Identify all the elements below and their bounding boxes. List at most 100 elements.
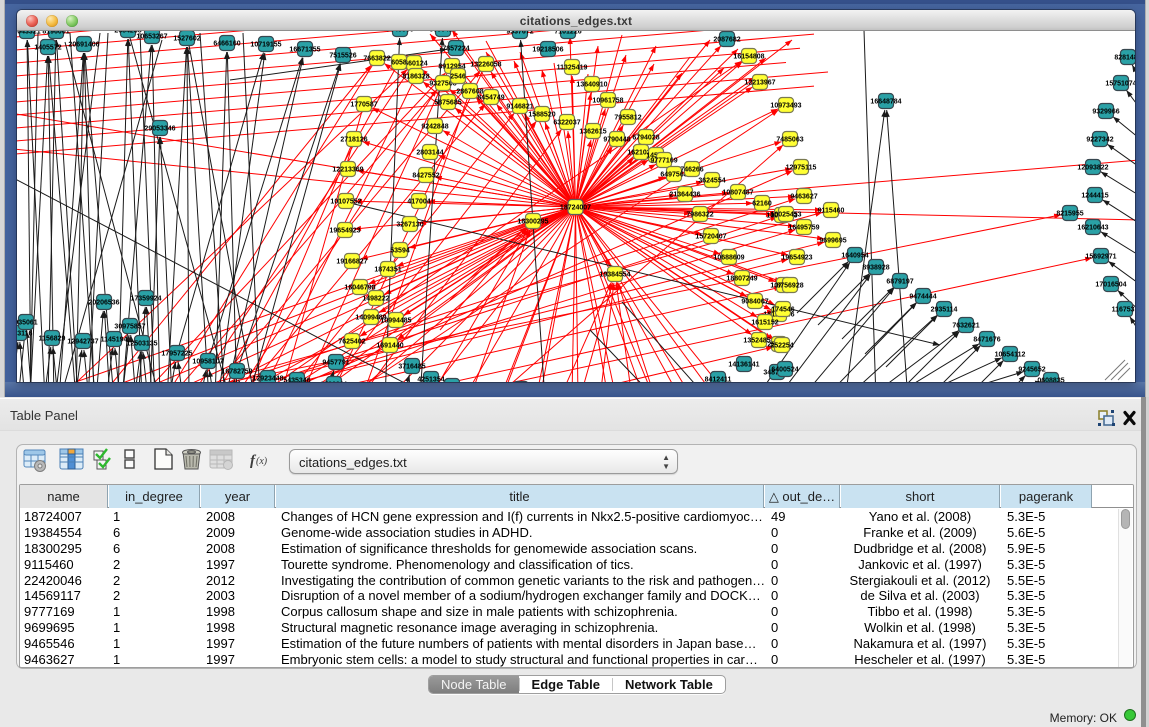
svg-text:29053346: 29053346 [144, 126, 175, 133]
svg-text:(x): (x) [256, 456, 268, 467]
svg-text:8756928: 8756928 [776, 283, 803, 290]
svg-text:10654112: 10654112 [995, 352, 1026, 359]
svg-text:1405572: 1405572 [34, 45, 61, 52]
svg-text:2935114: 2935114 [931, 307, 958, 314]
svg-text:6794028: 6794028 [632, 135, 659, 142]
svg-text:7632621: 7632621 [952, 323, 979, 330]
svg-text:3763116: 3763116 [17, 331, 33, 338]
svg-text:9777169: 9777169 [650, 158, 677, 165]
svg-text:9699695: 9699695 [819, 238, 846, 245]
svg-text:3716485: 3716485 [398, 364, 425, 371]
svg-text:16154808: 16154808 [733, 54, 764, 61]
svg-text:1527602: 1527602 [173, 36, 200, 43]
svg-text:1498222: 1498222 [362, 296, 389, 303]
svg-text:7955812: 7955812 [614, 115, 641, 122]
svg-text:10025453: 10025453 [770, 212, 801, 219]
svg-text:8412411: 8412411 [705, 377, 732, 383]
svg-text:9537672: 9537672 [506, 31, 533, 36]
svg-text:19384554: 19384554 [599, 272, 630, 279]
svg-text:18724007: 18724007 [560, 205, 591, 212]
svg-text:1588520: 1588520 [528, 112, 555, 119]
svg-text:252254: 252254 [770, 343, 793, 350]
svg-text:12093822: 12093822 [1077, 165, 1108, 172]
svg-text:8186328: 8186328 [402, 74, 429, 81]
svg-text:16671355: 16671355 [289, 47, 320, 54]
svg-text:12942737: 12942737 [67, 339, 98, 346]
svg-text:19218506: 19218506 [532, 47, 563, 54]
svg-text:10994485: 10994485 [380, 318, 411, 325]
svg-text:13640910: 13640910 [576, 82, 607, 89]
svg-text:8938928: 8938928 [862, 265, 889, 272]
svg-text:6400524: 6400524 [771, 367, 798, 374]
svg-text:9245652: 9245652 [1018, 367, 1045, 374]
svg-text:8471676: 8471676 [973, 337, 1000, 344]
svg-text:30975857: 30975857 [114, 324, 145, 331]
svg-text:9790448: 9790448 [603, 137, 630, 144]
svg-text:20691406: 20691406 [68, 42, 99, 49]
svg-text:1640954: 1640954 [841, 253, 868, 260]
svg-text:12213967: 12213967 [744, 80, 775, 87]
svg-text:9227342: 9227342 [1086, 137, 1113, 144]
svg-text:10973493: 10973493 [770, 103, 801, 110]
svg-text:2087682: 2087682 [713, 37, 740, 44]
svg-text:14136141: 14136141 [728, 362, 759, 369]
svg-text:7648350: 7648350 [386, 31, 413, 34]
svg-text:1043321: 1043321 [17, 31, 41, 36]
svg-text:12975115: 12975115 [786, 165, 817, 172]
svg-text:8281489: 8281489 [1114, 55, 1135, 62]
svg-text:1615152: 1615152 [751, 320, 778, 327]
svg-text:9463627: 9463627 [790, 194, 817, 201]
svg-text:53594: 53594 [390, 248, 410, 255]
svg-text:10688609: 10688609 [713, 255, 744, 262]
svg-text:10719155: 10719155 [250, 42, 281, 49]
svg-text:6879197: 6879197 [886, 279, 913, 286]
svg-text:10653267: 10653267 [136, 34, 167, 41]
svg-text:10107552: 10107552 [330, 199, 361, 206]
svg-text:9115460: 9115460 [818, 208, 845, 215]
svg-text:9146821: 9146821 [506, 104, 533, 111]
svg-text:62160: 62160 [752, 201, 772, 208]
svg-text:16495759: 16495759 [788, 225, 819, 232]
svg-text:1874351: 1874351 [374, 267, 401, 274]
svg-text:7663822: 7663822 [363, 56, 390, 63]
svg-text:19166827: 19166827 [336, 259, 367, 266]
svg-text:7101226: 7101226 [554, 31, 581, 36]
svg-text:18807249: 18807249 [726, 276, 757, 283]
svg-text:7485063: 7485063 [776, 137, 803, 144]
svg-text:1362615: 1362615 [579, 129, 606, 136]
svg-text:17359924: 17359924 [130, 296, 161, 303]
svg-text:9084067: 9084067 [741, 299, 768, 306]
svg-text:3267130: 3267130 [396, 222, 423, 229]
svg-text:11325419: 11325419 [557, 65, 588, 72]
svg-text:7515526: 7515526 [329, 53, 356, 60]
svg-text:4251354: 4251354 [417, 377, 444, 383]
svg-text:12923448: 12923448 [252, 376, 283, 383]
svg-text:2546: 2546 [450, 74, 466, 81]
svg-text:9474444: 9474444 [909, 294, 936, 301]
svg-text:9457791: 9457791 [322, 360, 349, 367]
svg-text:746266: 746266 [680, 167, 703, 174]
svg-text:21364436: 21364436 [669, 192, 700, 199]
svg-text:8454749: 8454749 [477, 95, 504, 102]
svg-text:8196001: 8196001 [42, 31, 69, 36]
svg-text:15720407: 15720407 [695, 234, 726, 241]
svg-text:7986322: 7986322 [686, 212, 713, 219]
svg-text:12213369: 12213369 [332, 167, 363, 174]
svg-text:1244415: 1244415 [1081, 193, 1108, 200]
svg-text:1145194: 1145194 [101, 337, 128, 344]
svg-text:1691440: 1691440 [376, 343, 403, 350]
svg-text:174546: 174546 [771, 307, 794, 314]
svg-text:2786801: 2786801 [320, 382, 347, 383]
svg-text:5435346: 5435346 [283, 378, 310, 383]
svg-text:2718126: 2718126 [340, 137, 367, 144]
svg-text:6466160: 6466160 [213, 41, 240, 48]
svg-text:3624554: 3624554 [698, 178, 725, 185]
svg-text:19654923: 19654923 [781, 255, 812, 262]
svg-text:9242848: 9242848 [421, 124, 448, 131]
svg-text:20206536: 20206536 [88, 300, 119, 307]
svg-text:2803144: 2803144 [416, 150, 443, 157]
svg-text:19654923: 19654923 [329, 228, 360, 235]
svg-text:13226058: 13226058 [470, 62, 501, 69]
svg-text:12503135: 12503135 [126, 341, 157, 348]
svg-text:15751074: 15751074 [1105, 81, 1135, 88]
